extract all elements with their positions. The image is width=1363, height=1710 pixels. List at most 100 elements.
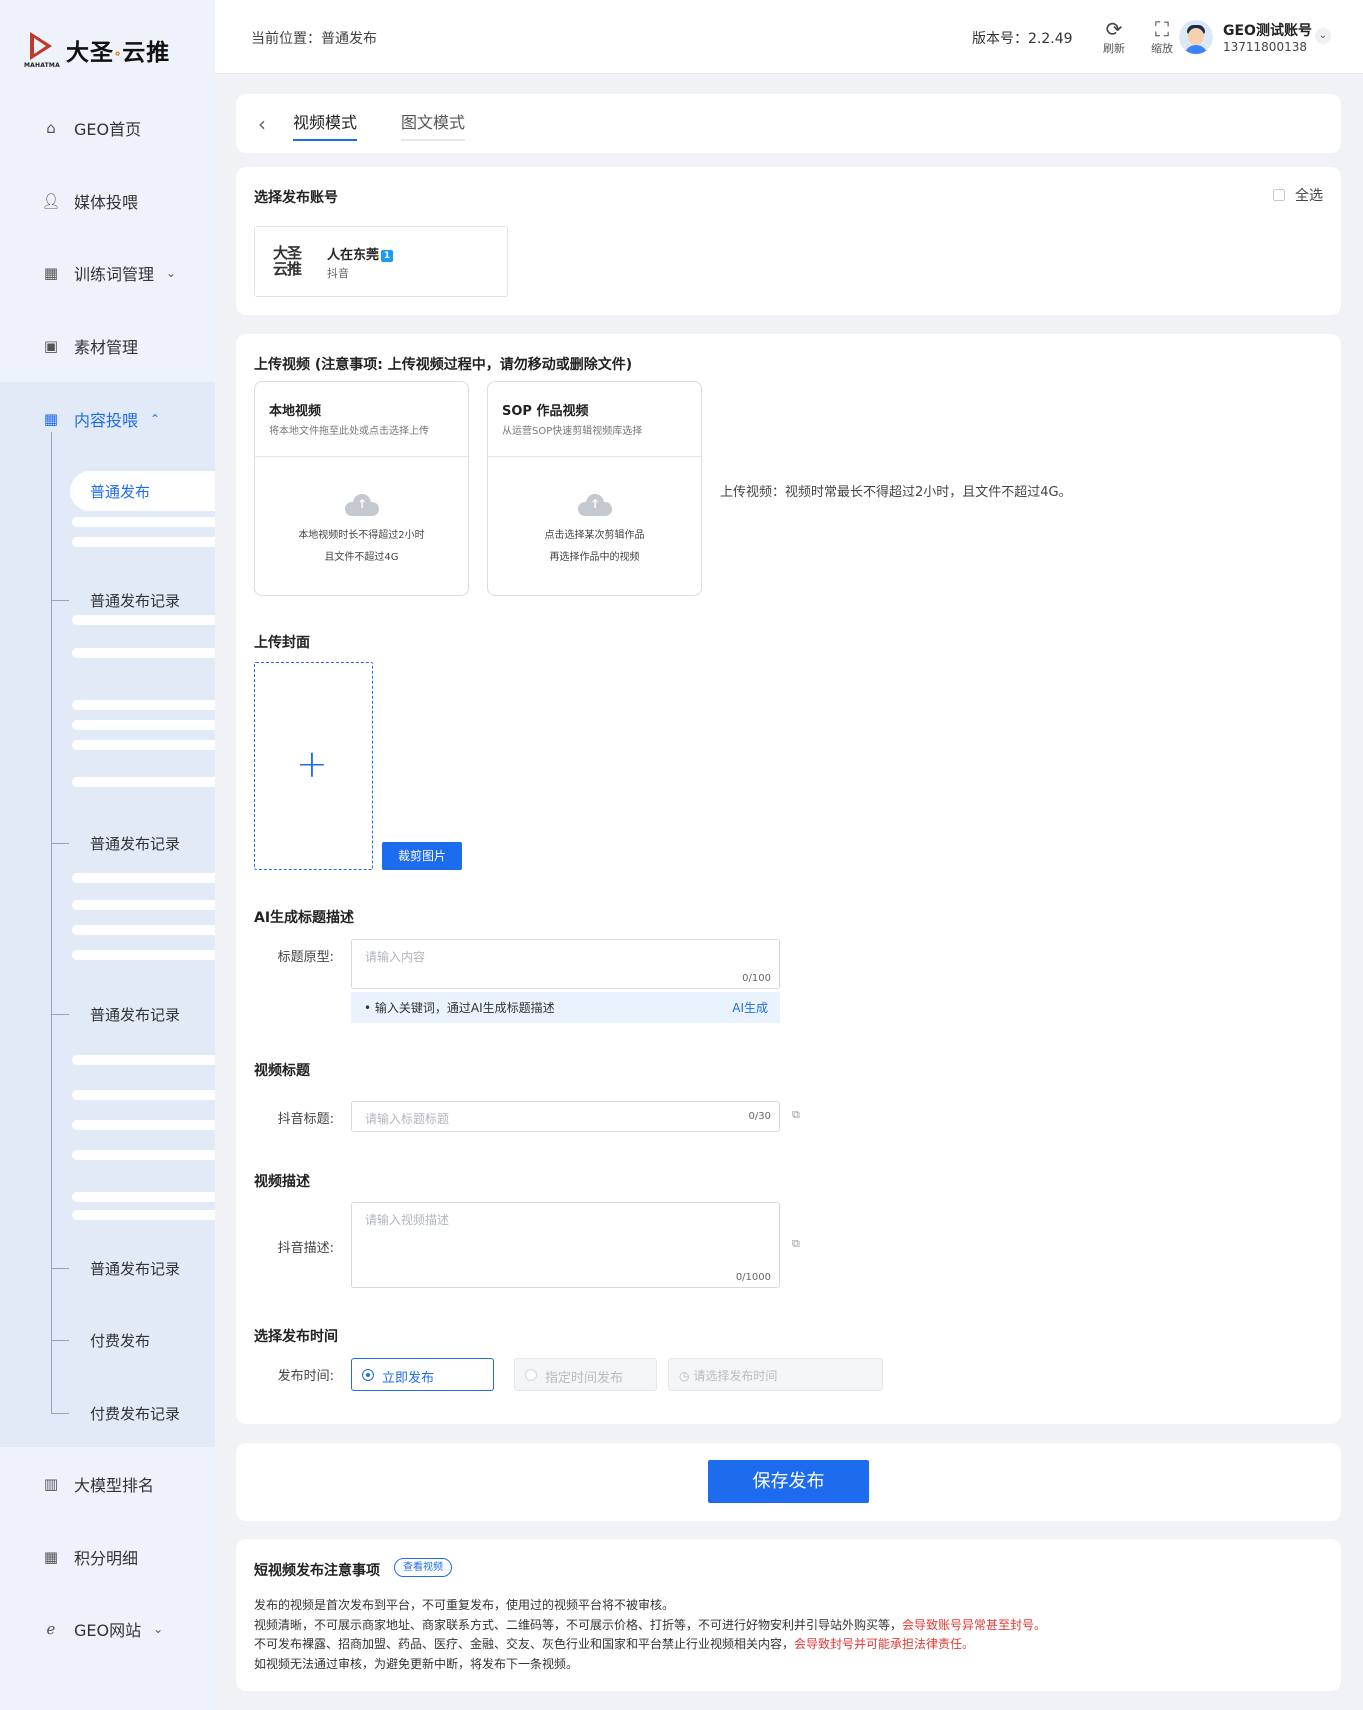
douyin-title-input[interactable]: 请输入标题标题 0/30 (351, 1101, 780, 1132)
account-name: 人在东莞 1 (327, 244, 394, 263)
copy-icon[interactable]: ⧉ (792, 1237, 800, 1251)
sidebar-item-geo-home[interactable]: ⌂ GEO首页 (0, 108, 215, 148)
sidebar-item-label: 内容投喂 (74, 411, 139, 430)
home-icon: ⌂ (46, 119, 56, 137)
user-icon: 👤︎ (41, 192, 61, 210)
logo-mark-icon: MAHATMA (24, 30, 60, 70)
publish-form-card: 上传视频 (注意事项: 上传视频过程中，请勿移动或删除文件) 本地视频 将本地文… (236, 334, 1341, 1424)
sidebar-item-label: GEO首页 (74, 120, 142, 139)
sidebar-placeholder (72, 615, 215, 625)
sidebar-subitem-publish-record[interactable]: 普通发布记录 (51, 994, 215, 1034)
sidebar-placeholder (72, 720, 215, 730)
account-item[interactable]: 大圣云推 人在东莞 1 抖音 (254, 226, 508, 297)
select-all-checkbox[interactable]: 全选 (1273, 185, 1323, 205)
sidebar-placeholder (72, 700, 215, 710)
sidebar-subitem-publish-record[interactable]: 普通发布记录 (51, 1248, 215, 1288)
douyin-title-label: 抖音标题: (277, 1112, 334, 1127)
refresh-icon: ⟳ (1105, 17, 1123, 41)
sop-video-upload[interactable]: SOP 作品视频 从运营SOP快速剪辑视频库选择 ↑ 点击选择某次剪辑作品 再选… (487, 381, 702, 596)
local-video-title: 本地视频 (269, 404, 322, 419)
char-count: 0/100 (742, 973, 771, 984)
sidebar-item-geo-site[interactable]: ℯ GEO网站 ⌄ (0, 1609, 215, 1649)
sidebar-item-materials[interactable]: ▣ 素材管理 (0, 326, 215, 366)
sidebar-subitem-normal-publish[interactable]: 普通发布 (70, 471, 215, 511)
view-video-button[interactable]: 查看视频 (394, 1558, 452, 1577)
refresh-button[interactable]: ⟳ 刷新 (1094, 18, 1134, 56)
char-count: 0/30 (748, 1111, 771, 1122)
radio-checked-icon (362, 1369, 374, 1381)
sidebar-item-media-feed[interactable]: 👤︎ 媒体投喂 (0, 181, 215, 221)
douyin-desc-input[interactable]: 请输入视频描述 0/1000 (351, 1202, 780, 1288)
account-badge: 1 (381, 250, 394, 262)
mode-tabs-card: ‹ 视频模式 图文模式 (236, 94, 1341, 153)
plus-icon: + (296, 742, 328, 786)
checkbox-icon (1273, 189, 1285, 201)
char-count: 0/1000 (735, 1272, 771, 1283)
local-video-hint: 本地视频时长不得超过2小时 (298, 530, 425, 541)
ai-tip-text: • 输入关键词，通过AI生成标题描述 (364, 1001, 555, 1015)
grid-icon: ▦ (43, 1548, 59, 1566)
douyin-desc-label: 抖音描述: (277, 1241, 334, 1256)
sidebar-item-training-words[interactable]: ▦ 训练词管理 ⌄ (0, 253, 215, 293)
copy-icon[interactable]: ⧉ (792, 1108, 800, 1122)
publish-immediate-radio[interactable]: 立即发布 (351, 1358, 494, 1391)
ai-title-prototype-input[interactable]: 请输入内容 0/100 (351, 939, 780, 989)
save-publish-button[interactable]: 保存发布 (708, 1460, 869, 1503)
sidebar-subitem-paid-publish[interactable]: 付费发布 (51, 1320, 215, 1360)
cloud-upload-icon: ↑ (345, 494, 379, 516)
user-name: GEO测试账号 (1223, 23, 1312, 39)
sidebar-placeholder (72, 900, 215, 910)
cover-upload[interactable]: + (254, 662, 373, 870)
tab-video-mode[interactable]: 视频模式 (293, 109, 358, 141)
publish-time-label: 发布时间: (277, 1369, 334, 1384)
notes-text: 发布的视频是首次发布到平台，不可重复发布，使用过的视频平台将不被审核。 视频清晰… (254, 1598, 1047, 1671)
sidebar-subitem-publish-record[interactable]: 普通发布记录 (51, 823, 215, 863)
save-card: 保存发布 (236, 1443, 1341, 1521)
video-title-section: 视频标题 (254, 1063, 310, 1079)
sidebar-placeholder (72, 1210, 215, 1220)
sidebar-item-points[interactable]: ▦ 积分明细 (0, 1537, 215, 1577)
sidebar-item-model-ranking[interactable]: ▥ 大模型排名 (0, 1464, 215, 1504)
sop-video-sub: 从运营SOP快速剪辑视频库选择 (502, 426, 643, 437)
sidebar-item-label: GEO网站 (74, 1621, 142, 1640)
sidebar: MAHATMA 大圣∘云推 ⌂ GEO首页 👤︎ 媒体投喂 ▦ 训练词管理 ⌄ ▣ 素材管… (0, 0, 215, 1710)
sidebar-placeholder (72, 925, 215, 935)
user-menu-chevron-icon[interactable]: ⌄ (1315, 28, 1331, 44)
sidebar-placeholder (72, 1055, 215, 1065)
logo-sub: MAHATMA (24, 62, 60, 69)
sidebar-placeholder (72, 777, 215, 787)
sidebar-item-content-feed[interactable]: ▦ 内容投喂 ⌃ (0, 399, 215, 439)
notes-card: 短视频发布注意事项 查看视频 发布的视频是首次发布到平台，不可重复发布，使用过的… (236, 1539, 1341, 1691)
sidebar-placeholder (72, 648, 215, 658)
back-chevron-icon[interactable]: ‹ (258, 112, 266, 136)
ai-generate-button[interactable]: AI生成 (732, 999, 768, 1016)
publish-time-section: 选择发布时间 (254, 1329, 338, 1345)
publish-time-picker[interactable]: ◷ 请选择发布时间 (668, 1358, 883, 1391)
sop-video-title: SOP 作品视频 (502, 404, 589, 419)
sidebar-subitem-paid-record[interactable]: 付费发布记录 (51, 1393, 215, 1433)
zoom-button[interactable]: ⛶ 缩放 (1142, 18, 1182, 56)
sidebar-subitem-publish-record[interactable]: 普通发布记录 (51, 580, 215, 620)
local-video-hint: 且文件不超过4G (324, 552, 399, 563)
user-phone: 13711800138 (1223, 40, 1307, 54)
sidebar-placeholder (72, 873, 215, 883)
avatar[interactable] (1179, 20, 1213, 54)
account-section-title: 选择发布账号 (254, 190, 338, 206)
ai-title-label: 标题原型: (277, 950, 334, 965)
local-video-upload[interactable]: 本地视频 将本地文件拖至此处或点击选择上传 ↑ 本地视频时长不得超过2小时 且文… (254, 381, 469, 596)
logo-text: 大圣∘云推 (66, 39, 171, 66)
tab-image-text-mode[interactable]: 图文模式 (401, 109, 466, 141)
chart-icon: ▥ (43, 1475, 59, 1493)
sidebar-item-label: 积分明细 (74, 1549, 139, 1568)
upload-video-title: 上传视频 (注意事项: 上传视频过程中，请勿移动或删除文件) (254, 357, 633, 373)
crop-image-button[interactable]: 裁剪图片 (382, 842, 462, 870)
breadcrumb: 当前位置：普通发布 (251, 31, 377, 47)
video-desc-section: 视频描述 (254, 1174, 310, 1190)
cloud-upload-icon: ↑ (578, 494, 612, 516)
sidebar-placeholder (72, 1192, 215, 1202)
account-card: 选择发布账号 全选 大圣云推 人在东莞 1 抖音 (236, 167, 1341, 315)
version-label: 版本号：2.2.49 (972, 31, 1073, 47)
upload-hint: 上传视频：视频时常最长不得超过2小时，且文件不超过4G。 (720, 485, 1072, 500)
sop-video-hint: 点击选择某次剪辑作品 (544, 530, 645, 541)
publish-scheduled-radio[interactable]: 指定时间发布 (514, 1358, 657, 1391)
